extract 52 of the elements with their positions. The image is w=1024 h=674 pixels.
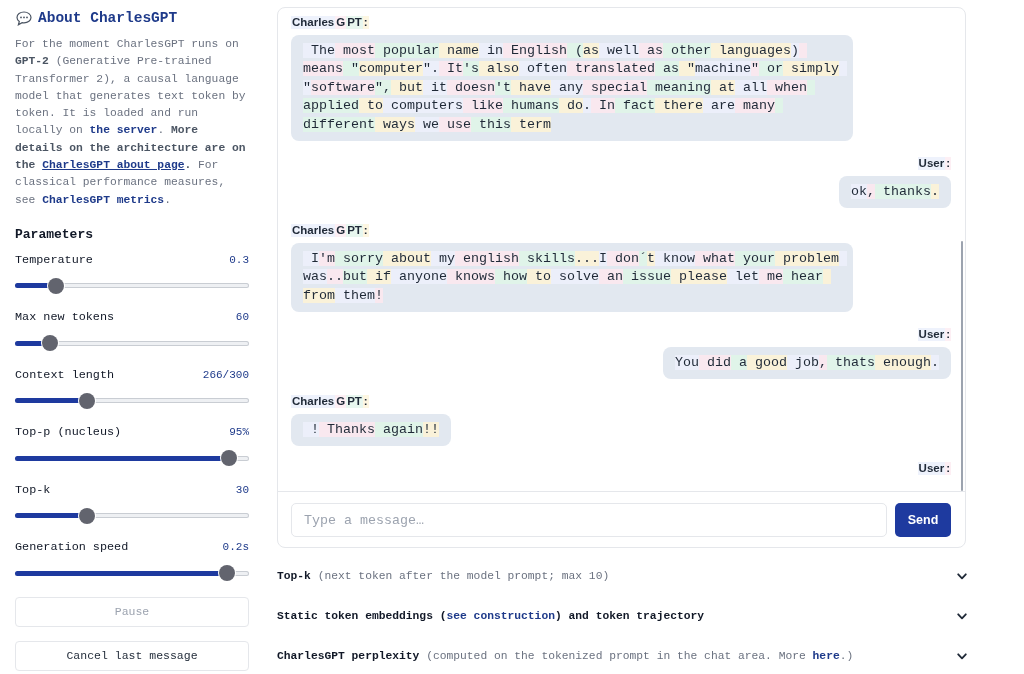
slider-label: Top-p (nucleus) bbox=[15, 425, 122, 440]
sidebar-title: About CharlesGPT bbox=[38, 9, 178, 28]
chevron-down-icon[interactable] bbox=[957, 572, 967, 580]
message-text: ! Thanks again!! bbox=[303, 420, 448, 439]
section-title: Static token embeddings (see construction) and token trajectory bbox=[277, 609, 705, 624]
slider-thumb[interactable] bbox=[79, 507, 96, 524]
slider-thumb[interactable] bbox=[79, 392, 96, 409]
link[interactable]: see construction bbox=[446, 610, 555, 622]
about-text: For the moment CharlesGPT runs on GPT-2 (Generative Pre-trained Transformer 2), a causal language model that generates text token by token. It is loaded and run locally on the server. More details on the architecture are on the CharlesGPT about page. For classical performance measures, see CharlesGPT metrics. bbox=[15, 37, 247, 208]
sender-label: Charles G PT : bbox=[291, 15, 369, 29]
slider-value: 60 bbox=[235, 311, 249, 324]
slider-label: Top-k bbox=[15, 482, 51, 497]
message-text: You did a good job, thats enough. bbox=[675, 353, 940, 372]
slider-thumb[interactable] bbox=[219, 565, 236, 582]
section-title: Top-k (next token after the model prompt; max 10) bbox=[277, 569, 610, 584]
scrollbar-thumb[interactable] bbox=[961, 241, 963, 491]
slider-label: Generation speed bbox=[15, 540, 129, 555]
sender-label: Charles G PT : bbox=[291, 223, 369, 237]
slider-thumb[interactable] bbox=[48, 277, 64, 294]
message-text: I'm sorry about my english skills...I don´t know what your problem was..but if anyone knows how to solve an issue please let me hear from them! bbox=[303, 249, 850, 305]
slider-thumb[interactable] bbox=[221, 450, 238, 467]
chevron-down-icon[interactable] bbox=[957, 652, 967, 660]
chevron-down-icon[interactable] bbox=[957, 612, 967, 620]
link[interactable]: CharlesGPT about page bbox=[42, 159, 185, 172]
slider-track[interactable] bbox=[15, 283, 249, 289]
slider-track[interactable] bbox=[15, 513, 249, 519]
slider-value: 95% bbox=[229, 426, 249, 439]
section-title: CharlesGPT perplexity (computed on the tokenized prompt in the chat area. More here.) bbox=[277, 649, 854, 664]
slider-value: 266/300 bbox=[202, 368, 249, 381]
section-heading: Parameters bbox=[15, 225, 94, 244]
message-text: ok, thanks. bbox=[851, 182, 940, 201]
slider-value: 0.2s bbox=[222, 541, 249, 554]
speech-bubble-icon bbox=[16, 10, 32, 26]
message-text: The most popular name in English (as well as other languages) means "computer". It's also often translated as "machine" or simply "software", but it doesn't have any special meaning at all when applied to computers like humans do. In fact there are many different ways we use this term bbox=[303, 41, 850, 134]
sender-label: Charles G PT : bbox=[291, 394, 369, 408]
slider-label: Max new tokens bbox=[15, 310, 115, 325]
link[interactable]: CharlesGPT metrics bbox=[42, 193, 165, 206]
link[interactable]: here bbox=[812, 650, 840, 662]
slider-value: 30 bbox=[235, 483, 249, 496]
sender-label: User : bbox=[917, 461, 951, 475]
link[interactable]: the server bbox=[89, 124, 158, 137]
slider-thumb[interactable] bbox=[41, 335, 58, 352]
message-input[interactable]: Type a message… bbox=[291, 503, 887, 537]
slider-track[interactable] bbox=[15, 398, 249, 404]
cancel-button[interactable]: Cancel last message bbox=[15, 640, 249, 671]
slider-track[interactable] bbox=[15, 340, 249, 346]
sender-label: User : bbox=[917, 156, 951, 170]
slider-value: 0.3 bbox=[229, 253, 249, 266]
sender-label: User : bbox=[917, 327, 951, 341]
slider-label: Context length bbox=[15, 367, 115, 382]
slider-label: Temperature bbox=[15, 252, 93, 267]
send-button[interactable]: Send bbox=[895, 503, 951, 537]
